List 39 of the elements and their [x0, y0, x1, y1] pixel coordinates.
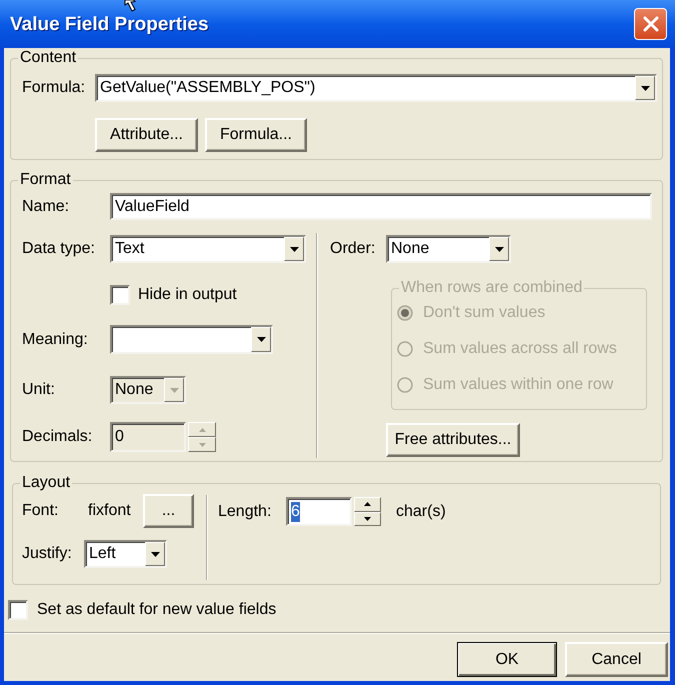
font-name: fixfont — [88, 501, 131, 521]
ok-button[interactable]: OK — [457, 642, 557, 677]
formula-button[interactable]: Formula... — [205, 118, 307, 152]
cancel-button[interactable]: Cancel — [565, 642, 668, 677]
field-label: Length: — [218, 502, 272, 522]
order-dropdown[interactable]: None — [386, 235, 511, 263]
window-title: Value Field Properties — [10, 14, 209, 34]
font-browse-button[interactable]: ... — [143, 494, 194, 528]
justify-dropdown[interactable]: Left — [84, 540, 167, 568]
spin-up-icon[interactable] — [354, 497, 381, 512]
group-title: When rows are combined — [400, 279, 584, 297]
field-label: Formula: — [22, 78, 86, 98]
checkbox-icon[interactable] — [110, 285, 130, 305]
close-icon — [642, 16, 658, 32]
field-label: Justify: — [22, 544, 72, 564]
name-field[interactable]: ValueField — [110, 193, 652, 220]
field-label: Unit: — [22, 380, 55, 400]
group-title: Format — [19, 171, 72, 189]
close-button[interactable] — [634, 8, 667, 40]
field-label: Font: — [22, 501, 58, 521]
checkbox-icon[interactable] — [8, 600, 28, 620]
attribute-button[interactable]: Attribute... — [95, 118, 198, 152]
formula-dropdown[interactable]: GetValue("ASSEMBLY_POS") — [95, 74, 657, 102]
field-label: Meaning: — [22, 330, 88, 350]
length-field[interactable]: 6 — [286, 497, 352, 526]
field-label: Decimals: — [22, 427, 92, 447]
spin-down-icon[interactable] — [354, 512, 381, 526]
group-title: Layout — [21, 474, 72, 492]
mouse-pointer-icon — [124, 0, 138, 12]
free-attributes-button[interactable]: Free attributes... — [386, 423, 520, 457]
group-title: Content — [19, 49, 78, 67]
unit-label: char(s) — [396, 502, 446, 522]
field-label: Order: — [330, 239, 376, 259]
meaning-dropdown[interactable] — [110, 325, 273, 354]
data-type-dropdown[interactable]: Text — [110, 235, 306, 263]
field-label: Data type: — [22, 239, 95, 259]
field-label: Name: — [22, 196, 70, 216]
hide-output-checkbox[interactable]: Hide in output — [110, 285, 237, 305]
set-default-checkbox[interactable]: Set as default for new value fields — [8, 600, 276, 620]
